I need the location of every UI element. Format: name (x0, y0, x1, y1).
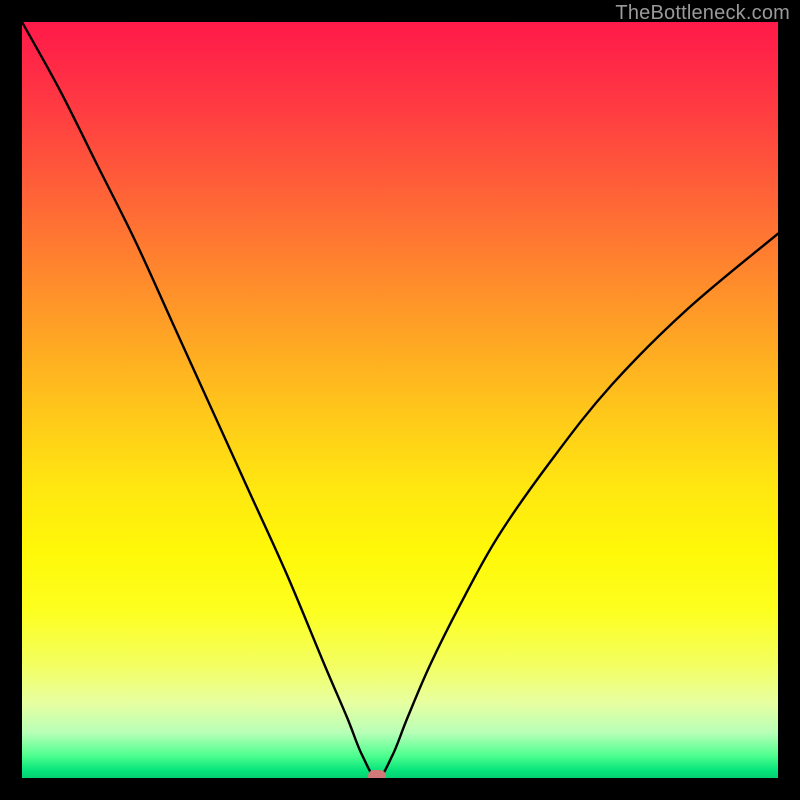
bottleneck-curve (22, 22, 778, 778)
chart-frame: TheBottleneck.com (0, 0, 800, 800)
optimum-marker (368, 770, 386, 778)
plot-area (22, 22, 778, 778)
